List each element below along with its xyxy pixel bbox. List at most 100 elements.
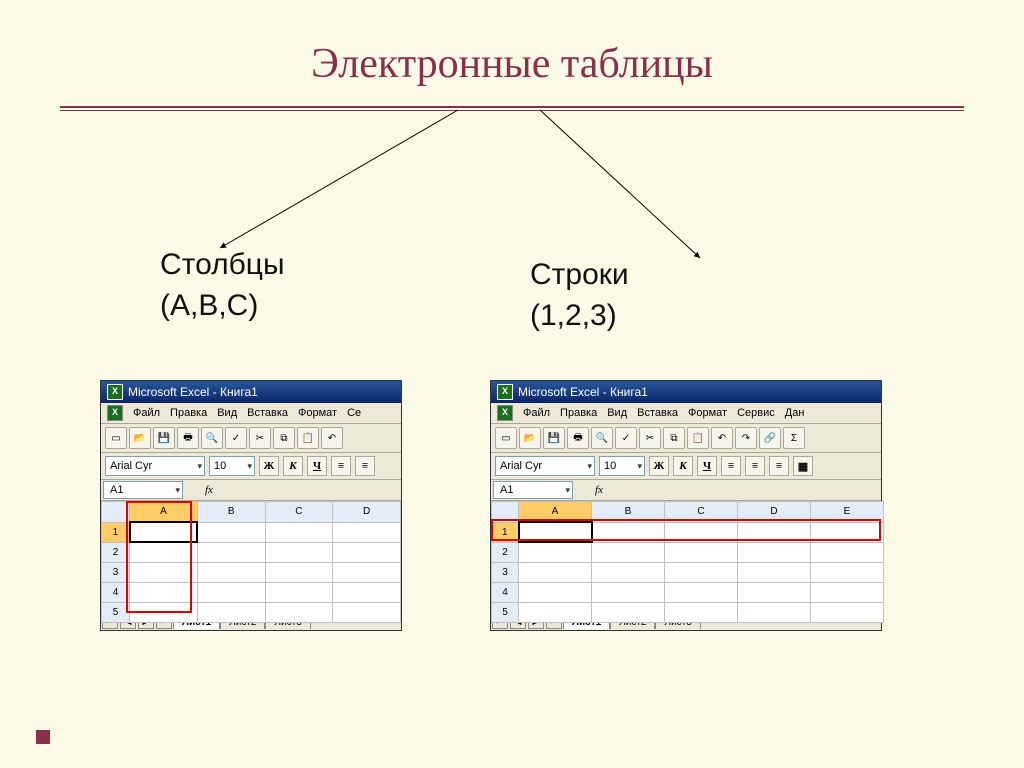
col-header-b[interactable]: B bbox=[197, 502, 265, 523]
fx-icon[interactable]: fx bbox=[205, 484, 213, 496]
formula-bar[interactable]: A1 fx bbox=[491, 480, 881, 501]
col-header-d[interactable]: D bbox=[738, 502, 811, 523]
copy-icon[interactable]: ⧉ bbox=[273, 427, 295, 449]
align-center-icon[interactable]: ≡ bbox=[355, 456, 375, 476]
cut-icon[interactable]: ✂ bbox=[249, 427, 271, 449]
row-header-2[interactable]: 2 bbox=[492, 542, 519, 562]
bold-button[interactable]: Ж bbox=[259, 456, 279, 476]
col-header-b[interactable]: B bbox=[592, 502, 665, 523]
menu-tools[interactable]: Сервис bbox=[737, 407, 775, 419]
standard-toolbar[interactable]: ▭ 📂 💾 🖶 🔍 ✓ ✂ ⧉ 📋 ↶ bbox=[101, 424, 401, 453]
excel-doc-icon: X bbox=[497, 405, 513, 421]
select-all-corner[interactable] bbox=[102, 502, 130, 523]
menu-view[interactable]: Вид bbox=[607, 407, 627, 419]
formula-bar[interactable]: A1 fx bbox=[101, 480, 401, 501]
excel-doc-icon: X bbox=[107, 405, 123, 421]
menu-insert[interactable]: Вставка bbox=[247, 407, 288, 419]
row-header-5[interactable]: 5 bbox=[492, 602, 519, 622]
col-header-e[interactable]: E bbox=[811, 502, 884, 523]
font-size-select[interactable]: 10 bbox=[599, 456, 645, 476]
print-icon[interactable]: 🖶 bbox=[567, 427, 589, 449]
row-header-5[interactable]: 5 bbox=[102, 602, 130, 622]
menu-bar[interactable]: X Файл Правка Вид Вставка Формат Сервис … bbox=[491, 403, 881, 424]
open-icon[interactable]: 📂 bbox=[129, 427, 151, 449]
sum-icon[interactable]: Σ bbox=[783, 427, 805, 449]
paste-icon[interactable]: 📋 bbox=[687, 427, 709, 449]
print-icon[interactable]: 🖶 bbox=[177, 427, 199, 449]
standard-toolbar[interactable]: ▭ 📂 💾 🖶 🔍 ✓ ✂ ⧉ 📋 ↶ ↷ 🔗 Σ bbox=[491, 424, 881, 453]
window-titlebar: X Microsoft Excel - Книга1 bbox=[491, 381, 881, 403]
copy-icon[interactable]: ⧉ bbox=[663, 427, 685, 449]
spell-icon[interactable]: ✓ bbox=[615, 427, 637, 449]
col-header-a[interactable]: A bbox=[519, 502, 592, 523]
font-name-select[interactable]: Arial Cyr bbox=[495, 456, 595, 476]
slide-bullet-icon bbox=[36, 730, 50, 744]
new-icon[interactable]: ▭ bbox=[105, 427, 127, 449]
columns-label: Столбцы (A,B,C) bbox=[160, 245, 285, 326]
underline-button[interactable]: Ч bbox=[307, 456, 327, 476]
row-header-3[interactable]: 3 bbox=[492, 562, 519, 582]
menu-bar[interactable]: X Файл Правка Вид Вставка Формат Се bbox=[101, 403, 401, 424]
slide-title: Электронные таблицы bbox=[311, 40, 713, 88]
font-name-select[interactable]: Arial Cyr bbox=[105, 456, 205, 476]
formatting-toolbar[interactable]: Arial Cyr 10 Ж К Ч ≡ ≡ ≡ ▦ bbox=[491, 453, 881, 480]
menu-format[interactable]: Формат bbox=[298, 407, 337, 419]
menu-file[interactable]: Файл bbox=[133, 407, 160, 419]
align-left-icon[interactable]: ≡ bbox=[331, 456, 351, 476]
redo-icon[interactable]: ↷ bbox=[735, 427, 757, 449]
title-underline bbox=[60, 106, 964, 111]
row-header-4[interactable]: 4 bbox=[102, 582, 130, 602]
menu-more[interactable]: Се bbox=[347, 407, 361, 419]
italic-button[interactable]: К bbox=[673, 456, 693, 476]
row-header-1[interactable]: 1 bbox=[492, 522, 519, 542]
paste-icon[interactable]: 📋 bbox=[297, 427, 319, 449]
formatting-toolbar[interactable]: Arial Cyr 10 Ж К Ч ≡ ≡ bbox=[101, 453, 401, 480]
italic-button[interactable]: К bbox=[283, 456, 303, 476]
menu-edit[interactable]: Правка bbox=[170, 407, 207, 419]
row-header-4[interactable]: 4 bbox=[492, 582, 519, 602]
select-all-corner[interactable] bbox=[492, 502, 519, 523]
excel-window-columns: X Microsoft Excel - Книга1 X Файл Правка… bbox=[100, 380, 402, 631]
spreadsheet-grid[interactable]: A B C D 1 2 3 4 5 bbox=[101, 501, 401, 611]
menu-insert[interactable]: Вставка bbox=[637, 407, 678, 419]
menu-edit[interactable]: Правка bbox=[560, 407, 597, 419]
save-icon[interactable]: 💾 bbox=[153, 427, 175, 449]
cut-icon[interactable]: ✂ bbox=[639, 427, 661, 449]
bold-button[interactable]: Ж bbox=[649, 456, 669, 476]
align-center-icon[interactable]: ≡ bbox=[745, 456, 765, 476]
excel-app-icon: X bbox=[107, 384, 123, 400]
new-icon[interactable]: ▭ bbox=[495, 427, 517, 449]
undo-icon[interactable]: ↶ bbox=[321, 427, 343, 449]
row-header-3[interactable]: 3 bbox=[102, 562, 130, 582]
col-header-a[interactable]: A bbox=[130, 502, 198, 523]
name-box[interactable]: A1 bbox=[103, 481, 183, 499]
preview-icon[interactable]: 🔍 bbox=[201, 427, 223, 449]
spell-icon[interactable]: ✓ bbox=[225, 427, 247, 449]
menu-view[interactable]: Вид bbox=[217, 407, 237, 419]
open-icon[interactable]: 📂 bbox=[519, 427, 541, 449]
merge-icon[interactable]: ▦ bbox=[793, 456, 813, 476]
undo-icon[interactable]: ↶ bbox=[711, 427, 733, 449]
col-header-d[interactable]: D bbox=[333, 502, 401, 523]
row-header-2[interactable]: 2 bbox=[102, 542, 130, 562]
preview-icon[interactable]: 🔍 bbox=[591, 427, 613, 449]
menu-file[interactable]: Файл bbox=[523, 407, 550, 419]
fx-icon[interactable]: fx bbox=[595, 484, 603, 496]
font-size-select[interactable]: 10 bbox=[209, 456, 255, 476]
name-box[interactable]: A1 bbox=[493, 481, 573, 499]
align-left-icon[interactable]: ≡ bbox=[721, 456, 741, 476]
col-header-c[interactable]: C bbox=[265, 502, 333, 523]
underline-button[interactable]: Ч bbox=[697, 456, 717, 476]
menu-data[interactable]: Дан bbox=[785, 407, 805, 419]
menu-format[interactable]: Формат bbox=[688, 407, 727, 419]
excel-app-icon: X bbox=[497, 384, 513, 400]
excel-window-rows: X Microsoft Excel - Книга1 X Файл Правка… bbox=[490, 380, 882, 631]
rows-label: Строки (1,2,3) bbox=[530, 255, 629, 336]
spreadsheet-grid[interactable]: A B C D E 1 2 3 4 5 bbox=[491, 501, 881, 611]
align-right-icon[interactable]: ≡ bbox=[769, 456, 789, 476]
window-titlebar: X Microsoft Excel - Книга1 bbox=[101, 381, 401, 403]
col-header-c[interactable]: C bbox=[665, 502, 738, 523]
row-header-1[interactable]: 1 bbox=[102, 522, 130, 542]
save-icon[interactable]: 💾 bbox=[543, 427, 565, 449]
link-icon[interactable]: 🔗 bbox=[759, 427, 781, 449]
